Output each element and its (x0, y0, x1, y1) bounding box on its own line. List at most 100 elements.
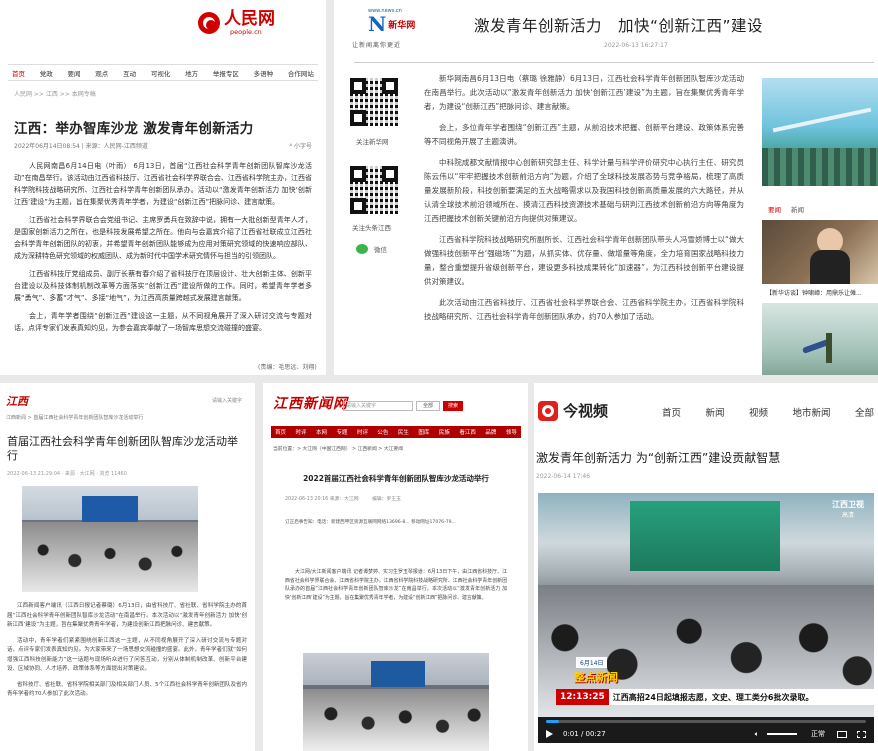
nav-item[interactable]: 民族 (439, 428, 450, 436)
sidebar-top-photo[interactable] (762, 78, 878, 186)
search-button[interactable]: 搜索 (443, 401, 463, 411)
nav-item[interactable]: 专题 (336, 428, 347, 436)
article-paragraph: 江西新闻客户端讯（江西日报记者蔡璐）6月13日，由省科技厅、省社联、省科学院主办… (7, 603, 247, 628)
article-paragraph: 江西省社会科学界联合会党组书记、主席罗勇兵在致辞中说，拥有一大批创新型青年人才，… (14, 216, 312, 260)
article-body: 江西新闻客户端讯（江西日报记者蔡璐）6月13日，由省科技厅、省社联、省科学院主办… (7, 602, 247, 706)
people-logo-text: 人民网 (224, 9, 275, 29)
article-editor: 编辑：罗王玉 (372, 497, 401, 502)
wechat-label: 微信 (374, 246, 387, 254)
jxnews-logo[interactable]: 江西新闻网 (273, 393, 348, 413)
nav-item[interactable]: 图库 (418, 428, 429, 436)
xinhua-panel: www.news.cn N 新华网 让新闻离你更近 激发青年创新活力 加快“创新… (334, 0, 878, 375)
xinhua-logo-text: 新华网 (388, 20, 416, 31)
nav-item[interactable]: 多语种 (254, 68, 274, 78)
article-paragraph: 大江网/大江新闻客户端讯 记者谭梦婷、实习生罗玉琴报道：6月13日下午，由江西省… (285, 569, 507, 601)
xinhua-logo[interactable]: www.news.cn N 新华网 让新闻离你更近 (352, 8, 432, 54)
show-name: 整点新闻 (574, 671, 618, 684)
tab-xinwen[interactable]: 新闻 (791, 204, 804, 214)
nav-item[interactable]: 首页 (275, 428, 286, 436)
channel-name: 江西卫视 (832, 500, 864, 509)
volume-icon[interactable]: 🔈︎ (755, 730, 759, 739)
article-paragraph: 人民网南昌6月14日电（叶雨） 6月13日，首届“江西社会科学青年创新团队智库沙… (14, 162, 312, 206)
tab-yaowen[interactable]: 要闻 (768, 204, 781, 214)
article-date: 2022-06-14 17:46 (536, 473, 591, 480)
nav-item[interactable]: 品牌 (485, 428, 496, 436)
editor-credit: (责编：毛思远、刘翔) (258, 364, 317, 371)
volume-slider[interactable] (767, 733, 797, 735)
nav-item[interactable]: 举报专区 (213, 68, 239, 78)
nav-item[interactable]: 合作网站 (288, 68, 314, 78)
nav-item[interactable]: 时评 (357, 428, 368, 436)
article-photo (303, 653, 489, 751)
article-paragraph: 江西省科学院科技战略研究所副所长、江西社会科学青年创新团队带头人冯雪娇博士以“做… (424, 235, 744, 286)
article-meta: 2022-06-13 21:29:04 · 来源 · 大江网 · 浏览 1146… (7, 471, 127, 477)
progress-track[interactable] (546, 720, 866, 723)
article-paragraph: 会上，青年学者围绕“创新江西”建设这一主题，从不同视角展开了深入研讨交流与专题对… (14, 312, 312, 332)
nav-item[interactable]: 看江西 (459, 428, 476, 436)
article-body: 大江网/大江新闻客户端讯 记者谭梦婷、实习生罗玉琴报道：6月13日下午，由江西省… (285, 568, 507, 602)
date-badge: 6月14日 (576, 657, 608, 668)
channel-hd: 高清 (841, 512, 854, 519)
article-photo (22, 486, 198, 592)
jxnews-panel: 江西新闻网 请输入关键字 全部 搜索 首页 时评 本网 专题 时评 公告 民生 图库 民族 看江西… (263, 383, 528, 751)
wechat-icon (356, 244, 368, 254)
article-body: 人民网南昌6月14日电（叶雨） 6月13日，首届“江西社会科学青年创新团队智库沙… (14, 160, 312, 340)
nav-item[interactable]: 首页 (12, 68, 25, 78)
people-logo[interactable]: 人民网 people.cn (198, 10, 275, 36)
jx-search[interactable]: 请输入关键字 (212, 397, 242, 404)
nav-item[interactable]: 民生 (398, 428, 409, 436)
people-logo-sub: people.cn (230, 28, 262, 36)
sidebar-video-caption[interactable]: 【新华访谈】钟啸嶂：用鼎乐让傩... (766, 288, 878, 297)
nav-item[interactable]: 时评 (295, 428, 306, 436)
article-paragraph: 此次活动由江西省科技厅、江西省社会科学界联合会、江西省科学院主办，江西省科学院科… (424, 298, 744, 321)
jsp-nav: 首页 新闻 视频 地市新闻 全部 (662, 405, 874, 419)
jsp-logo[interactable]: 今视频 (538, 400, 608, 421)
nav-item[interactable]: 公告 (377, 428, 388, 436)
quality-button[interactable]: 正常 (811, 729, 825, 739)
nav-item[interactable]: 党政 (40, 68, 53, 78)
qr-toutiao-label: 关注头条江西 (352, 224, 391, 232)
nav-item[interactable]: 要闻 (68, 68, 81, 78)
article-paragraph: 江西省科技厅党组成员、副厅长蔡有春介绍了省科技厅在顶层设计、壮大创新主体、创新平… (14, 270, 312, 302)
article-title: 激发青年创新活力 加快“创新江西”建设 (474, 17, 764, 35)
jx-logo[interactable]: 江西 (6, 393, 28, 409)
pip-icon[interactable] (837, 730, 847, 738)
sidebar: 要闻 新闻 【新华访谈】钟啸嶂：用鼎乐让傩... (762, 78, 878, 375)
article-paragraph: 活动中，青年学者们紧紧围绕创新江西这一主题，从不同视角展开了深入研讨交流与专题对… (7, 637, 247, 673)
nav-item[interactable]: 观点 (95, 68, 108, 78)
article-paragraph: 会上，多位青年学者围绕“创新江西”主题，从前沿技术把握、创新平台建设、政策体系完… (424, 123, 744, 146)
wechat-share[interactable]: 微信 (356, 244, 387, 254)
article-title: 激发青年创新活力 为“创新江西”建设贡献智慧 (536, 451, 781, 465)
nav-item[interactable]: 全部 (855, 405, 874, 419)
jsp-logo-text: 今视频 (563, 402, 609, 420)
sidebar-bottom-photo[interactable] (762, 303, 878, 375)
search-input[interactable]: 请输入关键字 (343, 401, 413, 411)
sidebar-video-photo[interactable] (762, 220, 878, 284)
nav-item[interactable]: 新闻 (705, 405, 724, 419)
ticker-bar: 12:13:25 江西高招24日起填报志愿，文史、理工类分6批次录取。 (556, 689, 874, 705)
font-size-toggle[interactable]: ᴬ 小字号 (289, 141, 312, 150)
article-title: 江西：举办智库沙龙 激发青年创新活力 (14, 121, 254, 137)
fullscreen-icon[interactable] (857, 730, 866, 738)
article-title: 首届江西社会科学青年创新团队智库沙龙活动举行 (7, 435, 238, 462)
sidebar-tabs: 要闻 新闻 (768, 204, 878, 214)
nav-item[interactable]: 本网 (316, 428, 327, 436)
ticker-text: 江西高招24日起填报志愿，文史、理工类分6批次录取。 (612, 692, 814, 702)
nav-item[interactable]: 首页 (662, 405, 681, 419)
article-paragraph: 新华网南昌6月13日电（蔡璐 徐雅静）6月13日，江西社会科学青年创新团队智库沙… (424, 74, 744, 111)
nav-item[interactable]: 可视化 (151, 68, 171, 78)
video-player[interactable]: 江西卫视 高清 6月14日 整点新闻 12:13:25 江西高招24日起填报志愿… (538, 493, 874, 743)
correction-notice: 订正启事告知：电话：新建西甲区资源互联网网络13696-8... 移动网址170… (285, 520, 456, 525)
play-icon[interactable] (546, 730, 553, 738)
channel-bug: 江西卫视 高清 (832, 499, 864, 519)
nav-item[interactable]: 领导 (506, 428, 517, 436)
nav-item[interactable]: 地市新闻 (792, 405, 830, 419)
nav-item[interactable]: 地方 (185, 68, 198, 78)
nav-item[interactable]: 视频 (749, 405, 768, 419)
divider (354, 62, 874, 63)
jsp-logo-icon (538, 400, 558, 421)
jinshipin-panel: 今视频 首页 新闻 视频 地市新闻 全部 激发青年创新活力 为“创新江西”建设贡献智慧 … (534, 383, 878, 751)
search-scope-select[interactable]: 全部 (416, 401, 440, 411)
nav-item[interactable]: 互动 (123, 68, 136, 78)
people-nav: 首页 党政 要闻 观点 互动 可视化 地方 举报专区 多语种 合作网站 (8, 64, 318, 81)
